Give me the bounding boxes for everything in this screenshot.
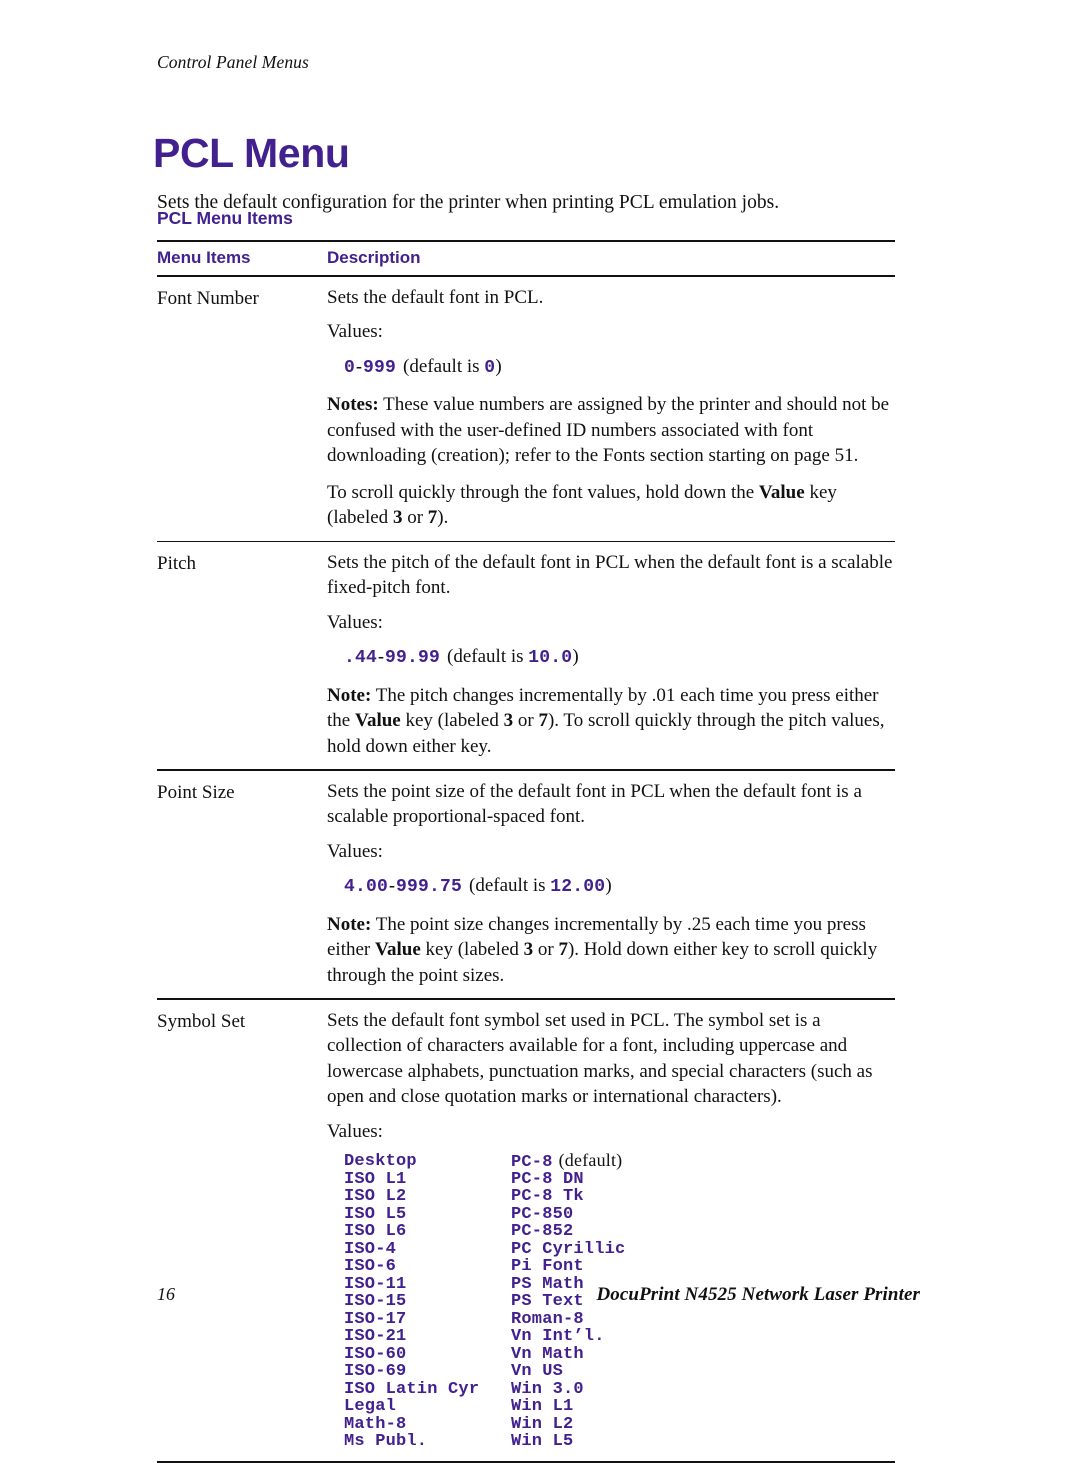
section-subhead: PCL Menu Items [157,208,293,228]
default-prefix: (default is [469,875,551,897]
value-key-label: Value [375,939,421,961]
key-label-b: 7 [558,939,568,961]
scroll-or: or [402,507,428,529]
values-label: Values: [327,1120,383,1142]
menu-item-name: Point Size [157,781,235,803]
default-prefix: (default is [403,355,485,377]
menu-item-name: Font Number [157,287,259,309]
pcl-menu-items-table: Menu Items Description Font Number Sets … [157,240,895,1463]
range-low: .44 [344,648,378,669]
table-row: Font Number Sets the default font in PCL… [157,277,895,541]
key-label-a: 3 [523,939,534,961]
default-suffix: ) [605,875,612,897]
document-page: Control Panel Menus PCL Menu Sets the de… [0,0,1080,1463]
values-label: Values: [327,611,383,633]
value-range-line: .44-99.99 (default is 10.0) [327,644,895,672]
description-text: Sets the default font in PCL. [327,286,544,308]
table-row: Pitch Sets the pitch of the default font… [157,542,895,770]
note-body: These value numbers are assigned by the … [327,394,890,467]
column-header-menu-items: Menu Items [157,248,251,268]
menu-item-description: Sets the pitch of the default font in PC… [327,550,895,760]
value-key-label: Value [354,710,401,732]
note-paragraph: Notes: These value numbers are assigned … [327,392,895,469]
range-dash: - [356,355,363,376]
range-low: 4.00 [344,877,389,898]
range-high: 999.75 [396,877,463,898]
note-text-2: key (labeled [420,939,524,961]
value-range-line: 4.00-999.75 (default is 12.00) [327,873,895,901]
table-header-row: Menu Items Description [157,242,895,275]
column-header-description: Description [327,248,421,268]
key-label-b: 7 [538,710,548,732]
description-text: Sets the pitch of the default font in PC… [327,551,893,599]
value-range-line: 0-999 (default is 0) [327,354,895,382]
note-label: Notes: [327,394,379,416]
note-paragraph: Note: The point size changes incremental… [327,912,895,989]
range-dash: - [378,646,385,667]
running-header: Control Panel Menus [157,52,309,72]
scroll-paragraph: To scroll quickly through the font value… [327,480,895,531]
symbol-set-value: Ms Publ. [344,1432,428,1452]
range-low: 0 [344,357,356,378]
range-dash: - [389,875,396,896]
menu-item-description: Sets the point size of the default font … [327,779,895,989]
default-value: 10.0 [528,648,573,669]
note-text-2: key (labeled [400,710,504,732]
range-high: 999 [363,357,397,378]
note-or: or [513,710,539,732]
values-label: Values: [327,840,383,862]
menu-item-name: Pitch [157,552,197,574]
default-suffix: ) [495,355,502,377]
note-label: Note: [327,913,372,935]
default-value: 12.00 [550,877,606,898]
note-paragraph: Note: The pitch changes incrementally by… [327,683,895,760]
symbol-set-value: Win L5 [511,1432,574,1452]
page-title: PCL Menu [153,130,350,177]
note-or: or [533,939,559,961]
symbol-set-row: Ms Publ. Win L5 [344,1432,895,1451]
description-text: Sets the point size of the default font … [327,780,862,828]
values-label: Values: [327,321,383,343]
default-prefix: (default is [447,646,529,668]
scroll-text-1: To scroll quickly through the font value… [327,481,759,503]
menu-item-description: Sets the default font symbol set used in… [327,1008,895,1452]
description-text: Sets the default font symbol set used in… [327,1009,873,1108]
range-high: 99.99 [385,648,441,669]
value-key-label: Value [758,481,805,503]
scroll-text-3: ). [437,507,449,529]
table-row: Point Size Sets the point size of the de… [157,771,895,999]
key-label-a: 3 [503,710,514,732]
footer-product-name: DocuPrint N4525 Network Laser Printer [596,1284,920,1305]
key-label-b: 7 [427,507,438,529]
default-suffix: ) [572,646,579,668]
menu-item-description: Sets the default font in PCL. Values: 0-… [327,285,895,531]
menu-item-name: Symbol Set [157,1010,246,1032]
note-label: Note: [327,684,372,706]
table-row: Symbol Set Sets the default font symbol … [157,1000,895,1461]
key-label-a: 3 [392,507,403,529]
default-value: 0 [484,357,496,378]
